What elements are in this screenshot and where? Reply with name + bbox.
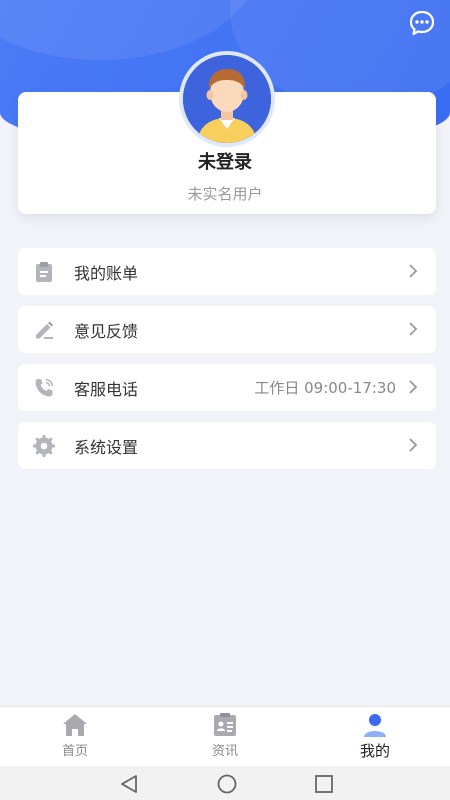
menu-list: 我的账单 意见反馈 客服电话 工作日 09:00-17:30 系统设置	[18, 248, 436, 480]
user-avatar-icon	[183, 55, 271, 143]
person-icon	[361, 712, 389, 738]
tab-label: 我的	[359, 742, 390, 760]
recents-square-icon[interactable]	[313, 773, 335, 795]
clipboard-icon	[32, 260, 56, 284]
menu-item-label: 我的账单	[74, 263, 139, 283]
chevron-right-icon	[408, 379, 418, 395]
chevron-right-icon	[408, 321, 418, 337]
menu-item-feedback[interactable]: 意见反馈	[18, 306, 436, 353]
menu-item-label: 客服电话	[74, 379, 139, 399]
user-name: 未登录	[198, 152, 252, 173]
edit-pen-icon	[32, 318, 56, 342]
system-navigation-bar	[0, 766, 450, 800]
menu-item-settings[interactable]: 系统设置	[18, 422, 436, 469]
menu-item-label: 意见反馈	[74, 321, 139, 341]
bottom-tab-bar: 首页 资讯 我的	[0, 706, 450, 766]
chevron-right-icon	[408, 263, 418, 279]
avatar[interactable]	[179, 51, 275, 147]
tab-mine[interactable]: 我的	[300, 707, 450, 767]
home-circle-icon[interactable]	[216, 773, 238, 795]
service-hours: 工作日 09:00-17:30	[254, 379, 396, 397]
tab-home[interactable]: 首页	[0, 707, 150, 767]
menu-item-customer-service[interactable]: 客服电话 工作日 09:00-17:30	[18, 364, 436, 411]
phone-icon	[32, 376, 56, 400]
chevron-right-icon	[408, 437, 418, 453]
news-icon	[211, 712, 239, 738]
tab-label: 首页	[61, 744, 88, 759]
tab-label: 资讯	[211, 744, 238, 759]
home-icon	[61, 712, 89, 738]
back-triangle-icon[interactable]	[118, 773, 140, 795]
chat-bubble-icon[interactable]	[408, 9, 436, 37]
menu-item-bill[interactable]: 我的账单	[18, 248, 436, 295]
menu-item-label: 系统设置	[74, 437, 139, 457]
tab-news[interactable]: 资讯	[150, 707, 300, 767]
gear-icon	[32, 434, 56, 458]
user-verification-status: 未实名用户	[187, 185, 263, 203]
